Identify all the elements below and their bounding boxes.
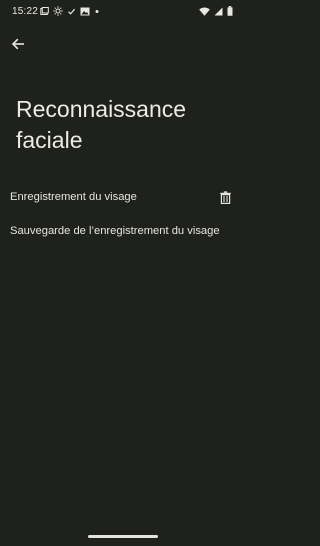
wifi-icon — [199, 7, 210, 16]
battery-icon — [227, 6, 233, 16]
page-title: Reconnaissance faciale — [16, 96, 187, 153]
brightness-icon — [53, 6, 63, 16]
list-item-label: Enregistrement du visage — [10, 191, 137, 203]
status-bar: 15:22 — [0, 0, 245, 24]
status-notification-icons — [40, 6, 100, 16]
image-icon — [80, 7, 90, 16]
check-icon — [67, 7, 76, 16]
back-button[interactable] — [6, 32, 30, 56]
screenshot-icon — [40, 6, 49, 16]
list-item-face-enrollment[interactable]: Enregistrement du visage — [0, 180, 245, 214]
trash-icon — [219, 190, 231, 204]
status-system-icons — [199, 6, 233, 16]
cellular-signal-icon — [214, 7, 223, 16]
navigation-handle[interactable] — [88, 535, 158, 538]
settings-list: Enregistrement du visage Sauvegarde de l… — [0, 180, 245, 248]
status-time: 15:22 — [12, 6, 39, 17]
arrow-left-icon — [11, 37, 25, 51]
notification-dot-icon — [94, 7, 100, 16]
delete-button[interactable] — [217, 188, 233, 206]
list-item-label: Sauvegarde de l’enregistrement du visage — [10, 225, 220, 237]
list-item-face-backup[interactable]: Sauvegarde de l’enregistrement du visage — [0, 214, 245, 248]
